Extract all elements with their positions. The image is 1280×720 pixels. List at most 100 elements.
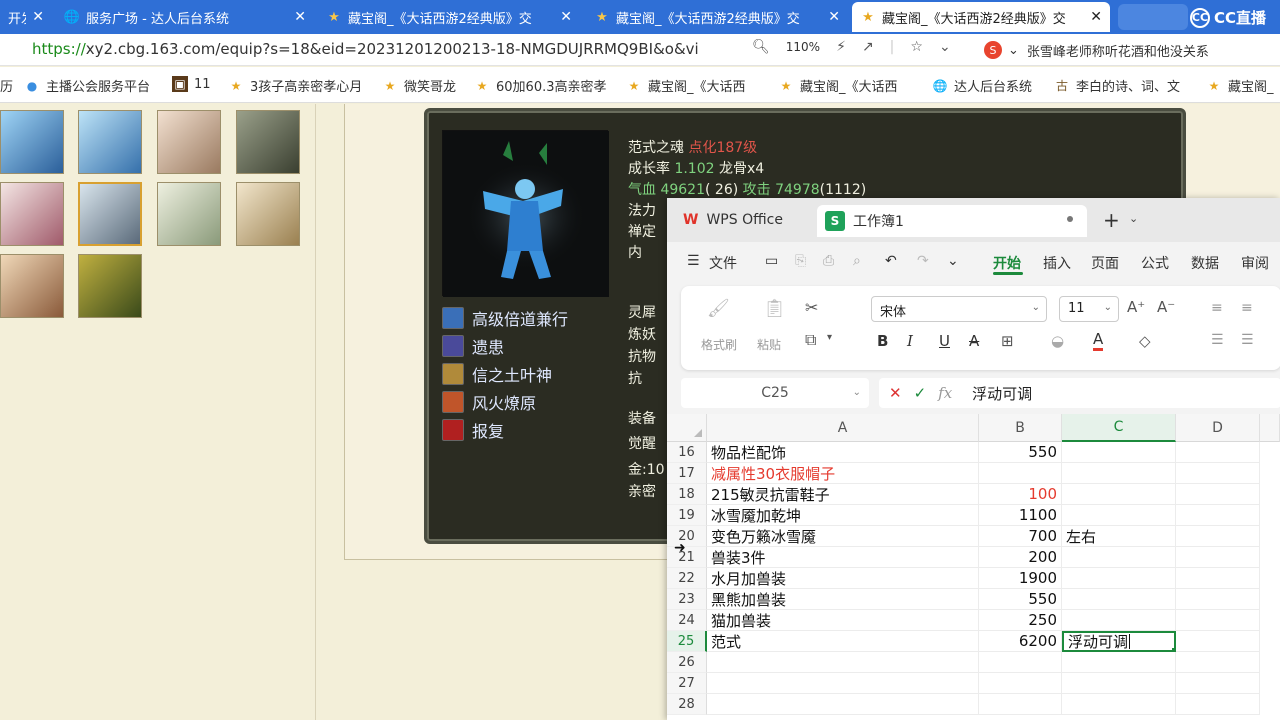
unsaved-dot-icon[interactable]	[1067, 216, 1073, 222]
cell-c25[interactable]: 浮动可调	[1062, 631, 1176, 652]
print-icon[interactable]: ⎙	[823, 253, 834, 269]
clear-format-icon[interactable]: ◇	[1139, 332, 1151, 350]
cell-a27[interactable]	[707, 673, 979, 694]
column-header-b[interactable]: B	[979, 414, 1062, 442]
confirm-icon[interactable]: ✓	[914, 384, 927, 402]
avatar[interactable]	[78, 182, 142, 246]
cell-b22[interactable]: 1900	[979, 568, 1062, 589]
cell-a26[interactable]	[707, 652, 979, 673]
cancel-icon[interactable]: ✕	[889, 384, 902, 402]
align-middle-icon[interactable]: ≡	[1241, 300, 1253, 316]
function-icon[interactable]: fx	[938, 384, 952, 402]
browser-tab-2[interactable]: 🌐 服务广场 - 达人后台系统 ✕	[56, 2, 314, 32]
preview-icon[interactable]: ⌕	[853, 253, 861, 269]
menu-review[interactable]: 审阅	[1241, 253, 1269, 273]
avatar[interactable]	[236, 182, 300, 246]
row-header[interactable]: 24	[667, 610, 707, 631]
column-header-d[interactable]: D	[1176, 414, 1260, 442]
avatar[interactable]	[157, 110, 221, 174]
cell-d23[interactable]	[1176, 589, 1260, 610]
bookmark-item[interactable]: ★ 藏宝阁_《大话西	[778, 76, 914, 96]
avatar[interactable]	[78, 110, 142, 174]
cell-c17[interactable]	[1062, 463, 1176, 484]
copy-icon[interactable]: ⧉	[805, 330, 816, 350]
cell-b27[interactable]	[979, 673, 1062, 694]
font-color-icon[interactable]: A	[1093, 330, 1104, 351]
undo-icon[interactable]: ↶	[885, 253, 897, 269]
font-grow-icon[interactable]: A⁺	[1127, 298, 1145, 316]
menu-formula[interactable]: 公式	[1141, 253, 1169, 273]
cell-d16[interactable]	[1176, 442, 1260, 463]
cell-c16[interactable]	[1062, 442, 1176, 463]
cell-c26[interactable]	[1062, 652, 1176, 673]
strikethrough-icon[interactable]: A	[969, 332, 979, 350]
save-icon[interactable]: ▭	[765, 253, 778, 269]
browser-tab-1[interactable]: 开发 ✕	[0, 2, 52, 32]
menu-home[interactable]: 开始	[993, 253, 1021, 273]
bookmark-item[interactable]: ★ 60加60.3高亲密孝	[474, 76, 612, 96]
skill-item[interactable]: 风火燎原	[442, 390, 536, 414]
skill-item[interactable]: 信之土叶神	[442, 362, 552, 386]
skill-item[interactable]: 报复	[442, 418, 504, 442]
cell-a25[interactable]: 范式	[707, 631, 979, 652]
url-field[interactable]: https://xy2.cbg.163.com/equip?s=18&eid=2…	[32, 40, 732, 58]
cell-c21[interactable]	[1062, 547, 1176, 568]
row-header[interactable]: 26	[667, 652, 707, 673]
row-header[interactable]: 23	[667, 589, 707, 610]
format-painter-label[interactable]: 格式刷	[701, 336, 737, 353]
cell-c18[interactable]	[1062, 484, 1176, 505]
select-all-corner[interactable]	[667, 414, 707, 442]
bookmark-item[interactable]: ★ 3孩子高亲密孝心月	[228, 76, 368, 96]
column-header-e[interactable]	[1260, 414, 1280, 442]
cell-a16[interactable]: 物品栏配饰	[707, 442, 979, 463]
chevron-down-icon[interactable]: ⌄	[1129, 212, 1138, 225]
cell-a28[interactable]	[707, 694, 979, 715]
cell-d28[interactable]	[1176, 694, 1260, 715]
avatar[interactable]	[236, 110, 300, 174]
menu-file[interactable]: 文件	[709, 253, 737, 273]
chevron-down-icon[interactable]: ⌄	[939, 39, 951, 55]
cell-b26[interactable]	[979, 652, 1062, 673]
workbook-tab[interactable]: S 工作簿1	[817, 205, 1087, 237]
bookmark-item[interactable]: 🌐 达人后台系统	[932, 76, 1033, 96]
row-header[interactable]: 19	[667, 505, 707, 526]
cell-a22[interactable]: 水月加兽装	[707, 568, 979, 589]
avatar[interactable]	[78, 254, 142, 318]
wps-home-tab[interactable]: W WPS Office	[675, 205, 815, 235]
row-header[interactable]: 25	[667, 631, 707, 652]
cell-d27[interactable]	[1176, 673, 1260, 694]
avatar[interactable]	[0, 182, 64, 246]
cell-c23[interactable]	[1062, 589, 1176, 610]
avatar[interactable]	[0, 110, 64, 174]
cell-b23[interactable]: 550	[979, 589, 1062, 610]
cell-a17[interactable]: 减属性30衣服帽子	[707, 463, 979, 484]
cell-d17[interactable]	[1176, 463, 1260, 484]
avatar[interactable]	[0, 254, 64, 318]
bolt-icon[interactable]: ⚡︎	[836, 39, 846, 55]
row-header[interactable]: 16	[667, 442, 707, 463]
cell-c19[interactable]	[1062, 505, 1176, 526]
close-icon[interactable]: ✕	[294, 9, 306, 25]
cell-b28[interactable]	[979, 694, 1062, 715]
zoom-icon[interactable]: 🔍︎	[752, 39, 770, 55]
bookmark-item[interactable]: ★ 藏宝阁_《大话西	[626, 76, 762, 96]
column-header-a[interactable]: A	[707, 414, 979, 442]
browser-tab-5-active[interactable]: ★ 藏宝阁_《大话西游2经典版》交 ✕	[852, 2, 1110, 32]
chevron-down-icon[interactable]: ⌄	[947, 253, 959, 269]
font-shrink-icon[interactable]: A⁻	[1157, 298, 1175, 316]
name-box[interactable]: C25 ⌄	[681, 378, 869, 408]
row-header[interactable]: 20	[667, 526, 707, 547]
menu-data[interactable]: 数据	[1191, 253, 1219, 273]
share-icon[interactable]: ↗	[862, 39, 874, 55]
cell-c27[interactable]	[1062, 673, 1176, 694]
font-name-select[interactable]: 宋体 ⌄	[871, 296, 1047, 322]
cut-icon[interactable]: ✂	[805, 298, 818, 317]
cell-b25[interactable]: 6200	[979, 631, 1062, 652]
close-icon[interactable]: ✕	[828, 9, 840, 25]
paste-icon[interactable]: 📋︎	[763, 298, 786, 319]
row-header[interactable]: 22	[667, 568, 707, 589]
star-icon[interactable]: ☆	[910, 39, 923, 55]
cell-d20[interactable]	[1176, 526, 1260, 547]
cell-d24[interactable]	[1176, 610, 1260, 631]
fill-color-icon[interactable]: ◒	[1051, 332, 1064, 350]
